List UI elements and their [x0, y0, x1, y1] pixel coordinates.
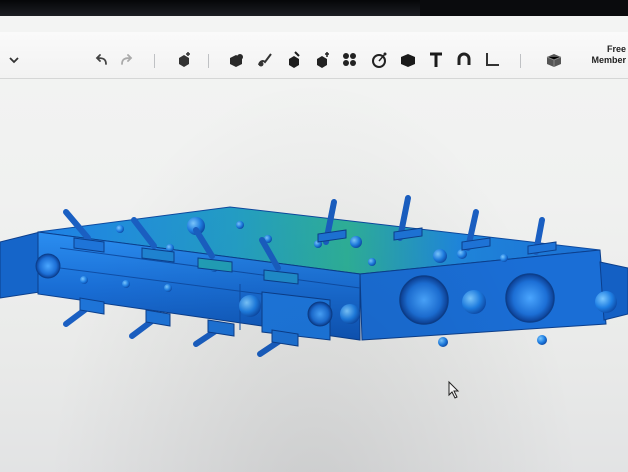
- app-screen: Free Member: [0, 16, 628, 472]
- chassis-model[interactable]: [0, 195, 628, 357]
- 3d-viewport[interactable]: [0, 62, 628, 472]
- account-label-line1: Free: [606, 44, 626, 54]
- mouse-pointer-icon: [448, 380, 460, 399]
